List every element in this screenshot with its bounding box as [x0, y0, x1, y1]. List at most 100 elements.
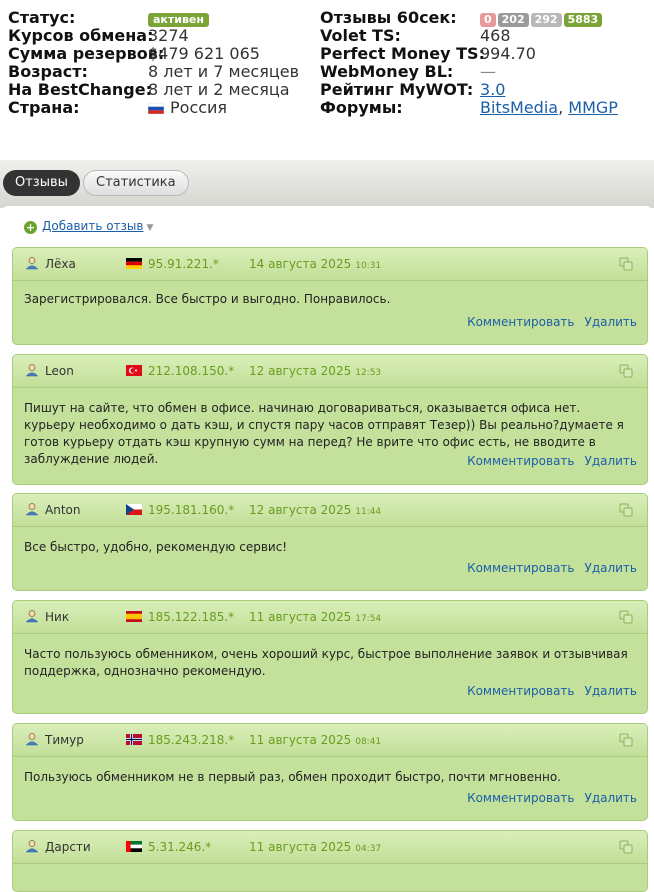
add-review-button[interactable]: + Добавить отзыв ▼ — [24, 219, 153, 234]
review-time: 08:41 — [355, 737, 382, 747]
bestchange-value: 8 лет и 2 месяца — [148, 80, 290, 99]
comment-button[interactable]: Комментировать — [467, 791, 574, 805]
review-date: 11 августа 2025 04:37 — [249, 840, 381, 856]
delete-button[interactable]: Удалить — [585, 791, 638, 805]
flag-tr-icon — [126, 365, 142, 376]
copy-icon[interactable] — [619, 364, 633, 378]
review-time: 12:53 — [355, 368, 382, 378]
country-value: Россия — [148, 98, 227, 117]
copy-icon[interactable] — [619, 840, 633, 854]
review-text: Зарегистрировался. Все быстро и выгодно.… — [24, 292, 391, 306]
review-author: Тимур — [45, 733, 84, 747]
review-date-text: 14 августа 2025 — [249, 257, 352, 271]
wm-value: — — [480, 62, 496, 81]
review-date-text: 11 августа 2025 — [249, 733, 352, 747]
review-ip: 195.181.160.* — [148, 503, 235, 517]
review-actions: Комментировать Удалить — [457, 315, 637, 329]
delete-button[interactable]: Удалить — [585, 684, 638, 698]
review-date: 12 августа 2025 11:44 — [249, 503, 381, 519]
count-complaints[interactable]: 202 — [497, 13, 529, 27]
review-card: Ник 185.122.185.* 11 августа 2025 17:54 Ч… — [12, 600, 648, 714]
comment-button[interactable]: Комментировать — [467, 315, 574, 329]
count-neutral[interactable]: 292 — [530, 13, 562, 27]
delete-button[interactable]: Удалить — [585, 315, 638, 329]
review-header: Лёха 95.91.221.* 14 августа 2025 10:31 — [13, 248, 647, 281]
tab-statistics[interactable]: Статистика — [83, 170, 189, 196]
flag-cz-icon — [126, 504, 142, 515]
status-value: активен — [148, 8, 209, 27]
forum-separator: , — [558, 98, 564, 117]
review-text: Все быстро, удобно, рекомендую сервис! — [24, 540, 288, 554]
copy-icon[interactable] — [619, 733, 633, 747]
add-review-label: Добавить отзыв — [42, 219, 144, 233]
review-date-text: 12 августа 2025 — [249, 503, 352, 517]
copy-icon[interactable] — [619, 257, 633, 271]
comment-button[interactable]: Комментировать — [467, 454, 574, 468]
flag-ru-icon — [148, 103, 164, 114]
review-date: 14 августа 2025 10:31 — [249, 257, 381, 273]
review-time: 17:54 — [355, 614, 382, 624]
review-text: Пользуюсь обменником не в первый раз, об… — [24, 770, 561, 784]
copy-icon[interactable] — [619, 610, 633, 624]
flag-ae-icon — [126, 841, 142, 852]
reserve-value: $479 621 065 — [148, 44, 260, 63]
review-author: Anton — [45, 503, 81, 517]
review-ip: 5.31.246.* — [148, 840, 212, 854]
forums-value: BitsMedia, MMGP — [480, 98, 618, 117]
review-date-text: 11 августа 2025 — [249, 840, 352, 854]
review-card: Дарсти 5.31.246.* 11 августа 202504:37 К… — [12, 830, 648, 892]
volet-label: Volet TS: — [320, 26, 401, 45]
tab-reviews[interactable]: Отзывы — [3, 170, 80, 196]
review-card: Лёха 95.91.221.* 14 августа 2025 10:31 За… — [12, 247, 648, 345]
copy-icon[interactable] — [619, 503, 633, 517]
count-negative[interactable]: 0 — [480, 13, 496, 27]
count-positive[interactable]: 5883 — [563, 13, 603, 27]
mywot-label: Рейтинг MyWOT: — [320, 80, 474, 99]
user-icon — [25, 364, 39, 377]
review-date-text: 12 августа 2025 — [249, 364, 352, 378]
review-ip: 185.243.218.* — [148, 733, 235, 747]
exchanger-info: Статус: активен Курсов обмена: 3274 Сумм… — [0, 0, 654, 150]
age-label: Возраст: — [8, 62, 88, 81]
delete-button[interactable]: Удалить — [585, 561, 638, 575]
user-icon — [25, 733, 39, 746]
review-actions: Комментировать Удалить — [457, 561, 637, 575]
review-time: 11:44 — [355, 507, 382, 517]
country-name: Россия — [170, 98, 228, 117]
comment-button[interactable]: Комментировать — [467, 684, 574, 698]
flag-no-icon — [126, 734, 142, 745]
mywot-link[interactable]: 3.0 — [480, 80, 505, 99]
forum-mmgp-link[interactable]: MMGP — [568, 98, 618, 117]
review-date: 12 августа 2025 12:53 — [249, 364, 381, 380]
review-card: Anton 195.181.160.* 12 августа 2025 11:44… — [12, 493, 648, 591]
review-time: 04:37 — [355, 844, 382, 854]
review-text: Часто пользуюсь обменником, очень хороши… — [24, 647, 628, 678]
comment-button[interactable]: Комментировать — [467, 561, 574, 575]
review-author: Лёха — [45, 257, 76, 271]
plus-icon: + — [24, 221, 37, 234]
delete-button[interactable]: Удалить — [585, 454, 638, 468]
review-header: Ник 185.122.185.* 11 августа 2025 17:54 — [13, 601, 647, 634]
review-author: Leon — [45, 364, 74, 378]
wm-label: WebMoney BL: — [320, 62, 454, 81]
status-badge: активен — [148, 13, 209, 27]
review-header: Anton 195.181.160.* 12 августа 2025 11:44 — [13, 494, 647, 527]
rates-label: Курсов обмена: — [8, 26, 154, 45]
volet-value: 468 — [480, 26, 511, 45]
review-author: Дарсти — [45, 840, 91, 854]
review-time: 10:31 — [355, 261, 382, 271]
age-value: 8 лет и 7 месяцев — [148, 62, 299, 81]
review-card: Тимур 185.243.218.* 11 августа 2025 08:41… — [12, 723, 648, 821]
reserve-label: Сумма резервов: — [8, 44, 165, 63]
country-label: Страна: — [8, 98, 80, 117]
review-date: 11 августа 2025 17:54 — [249, 610, 381, 626]
pm-label: Perfect Money TS: — [320, 44, 485, 63]
status-label: Статус: — [8, 8, 76, 27]
review-header: Тимур 185.243.218.* 11 августа 2025 08:41 — [13, 724, 647, 757]
review-actions: Комментировать Удалить — [457, 791, 637, 805]
review-card: Leon 212.108.150.* 12 августа 2025 12:53 … — [12, 354, 648, 485]
flag-de-icon — [126, 258, 142, 269]
review-date: 11 августа 2025 08:41 — [249, 733, 381, 749]
review-author: Ник — [45, 610, 70, 624]
forum-bitsmedia-link[interactable]: BitsMedia — [480, 98, 558, 117]
